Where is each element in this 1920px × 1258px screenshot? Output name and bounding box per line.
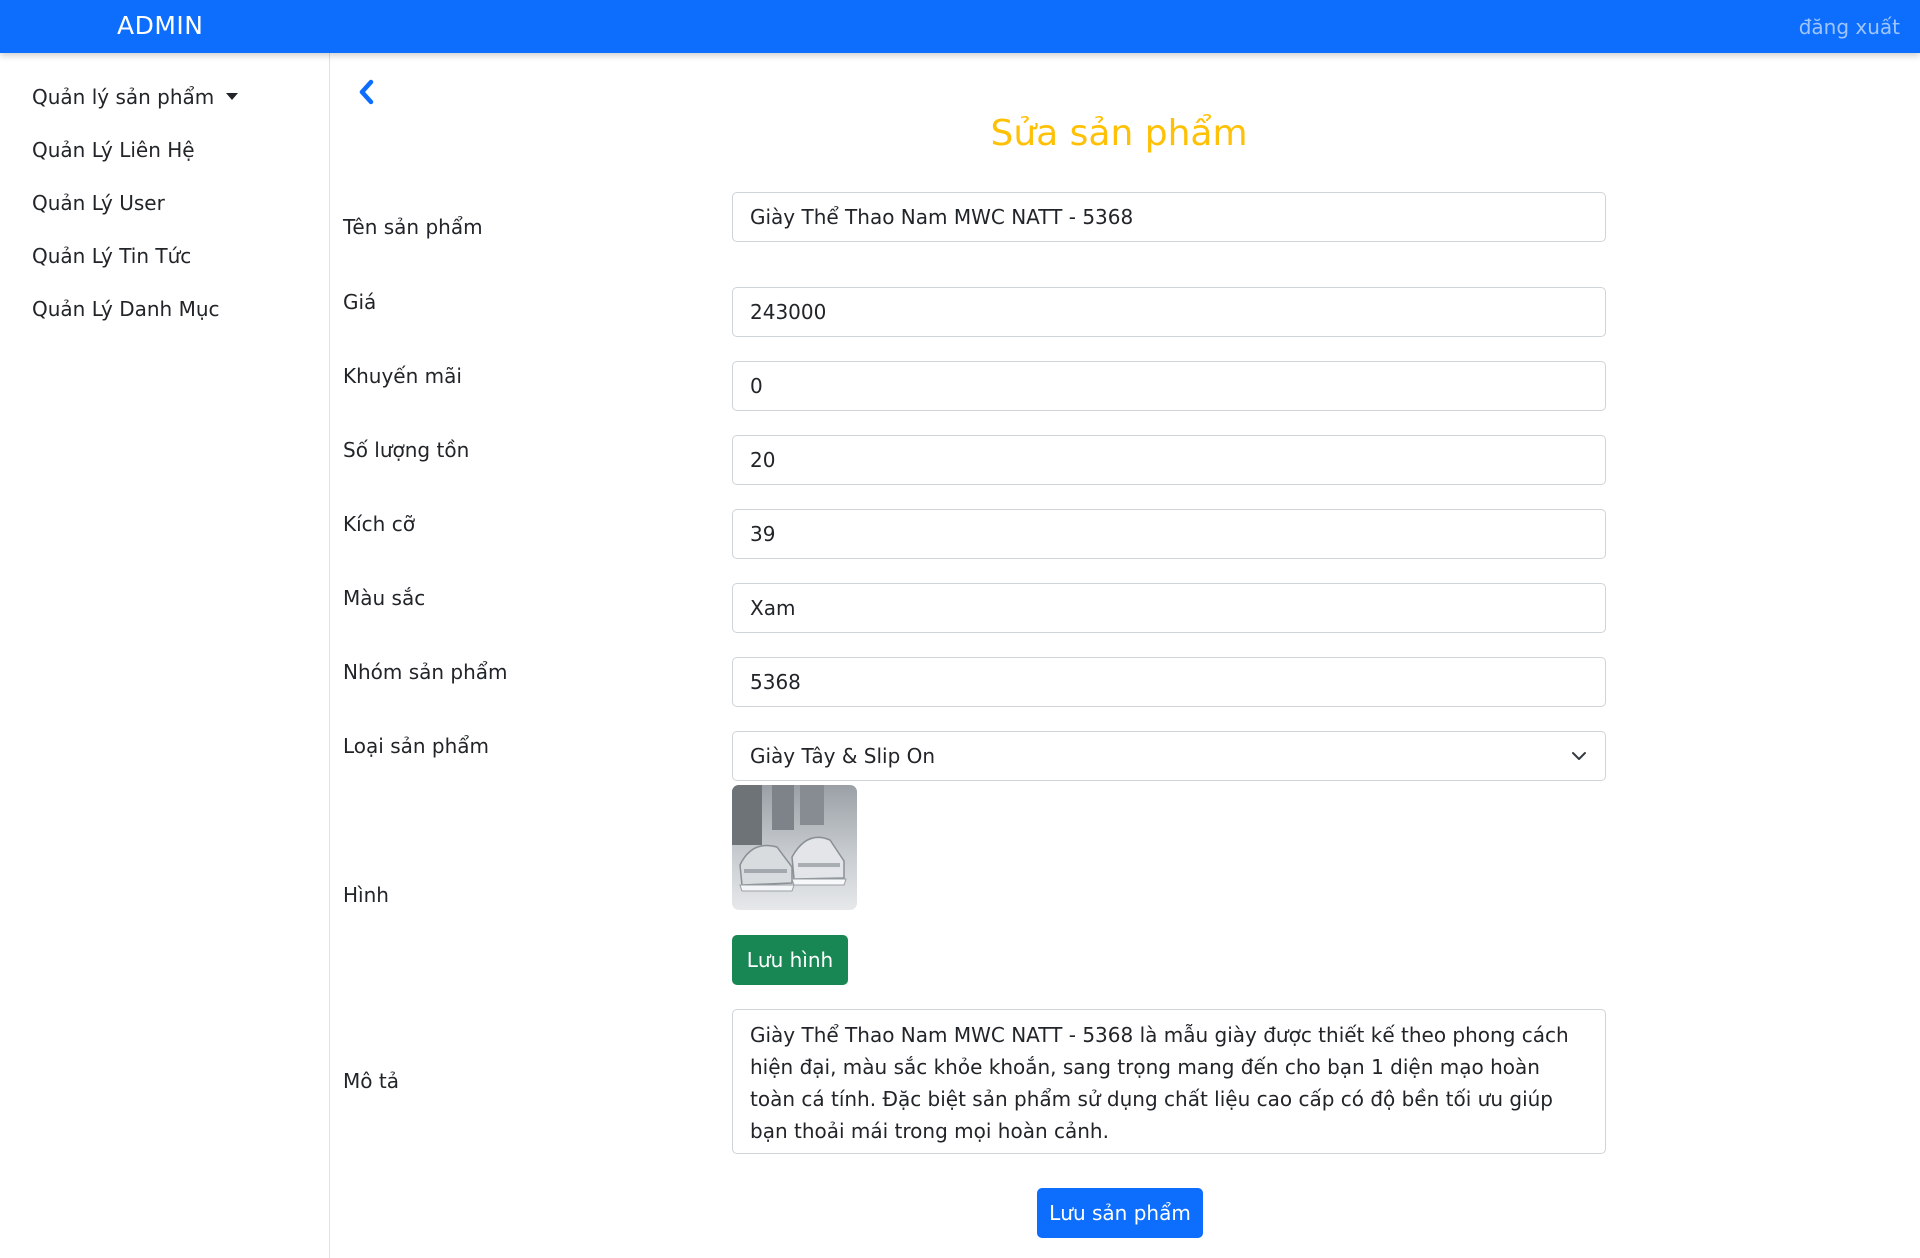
chevron-left-icon xyxy=(359,79,374,105)
logout-link[interactable]: đăng xuất xyxy=(1799,15,1900,39)
stock-input[interactable]: 20 xyxy=(732,435,1606,485)
sidebar-item-categories[interactable]: Quản Lý Danh Mục xyxy=(32,297,220,321)
category-select[interactable]: Giày Tây & Slip On xyxy=(732,731,1606,781)
color-input[interactable]: Xam xyxy=(732,583,1606,633)
size-label: Kích cỡ xyxy=(343,512,415,536)
save-image-button[interactable]: Lưu hình xyxy=(732,935,848,985)
sidebar-item-contacts[interactable]: Quản Lý Liên Hệ xyxy=(32,138,195,162)
price-input[interactable]: 243000 xyxy=(732,287,1606,337)
stock-label: Số lượng tồn xyxy=(343,438,470,462)
product-image xyxy=(732,785,857,910)
description-label: Mô tả xyxy=(343,1069,399,1093)
group-input[interactable]: 5368 xyxy=(732,657,1606,707)
color-label: Màu sắc xyxy=(343,586,426,610)
category-select-value: Giày Tây & Slip On xyxy=(750,744,936,768)
brand-title[interactable]: ADMIN xyxy=(117,11,204,40)
discount-label: Khuyến mãi xyxy=(343,364,462,388)
sidebar: Quản lý sản phẩm Quản Lý Liên Hệ Quản Lý… xyxy=(0,53,330,1258)
top-navbar: ADMIN đăng xuất xyxy=(0,0,1920,53)
back-button[interactable] xyxy=(356,78,378,106)
sidebar-item-label: Quản lý sản phẩm xyxy=(32,85,215,109)
size-input[interactable]: 39 xyxy=(732,509,1606,559)
image-label: Hình xyxy=(343,883,389,907)
product-name-input[interactable]: Giày Thể Thao Nam MWC NATT - 5368 xyxy=(732,192,1606,242)
description-textarea[interactable]: Giày Thể Thao Nam MWC NATT - 5368 là mẫu… xyxy=(732,1009,1606,1154)
sidebar-item-users[interactable]: Quản Lý User xyxy=(32,191,165,215)
price-label: Giá xyxy=(343,290,377,314)
group-label: Nhóm sản phẩm xyxy=(343,660,508,684)
page-title: Sửa sản phẩm xyxy=(990,113,1248,154)
category-label: Loại sản phẩm xyxy=(343,734,490,758)
sidebar-item-news[interactable]: Quản Lý Tin Tức xyxy=(32,244,191,268)
save-product-button[interactable]: Lưu sản phẩm xyxy=(1037,1188,1203,1238)
chevron-down-icon xyxy=(1572,752,1586,760)
caret-down-icon xyxy=(226,93,239,100)
sidebar-item-products[interactable]: Quản lý sản phẩm xyxy=(32,85,239,109)
product-name-label: Tên sản phẩm xyxy=(343,215,483,239)
discount-input[interactable]: 0 xyxy=(732,361,1606,411)
